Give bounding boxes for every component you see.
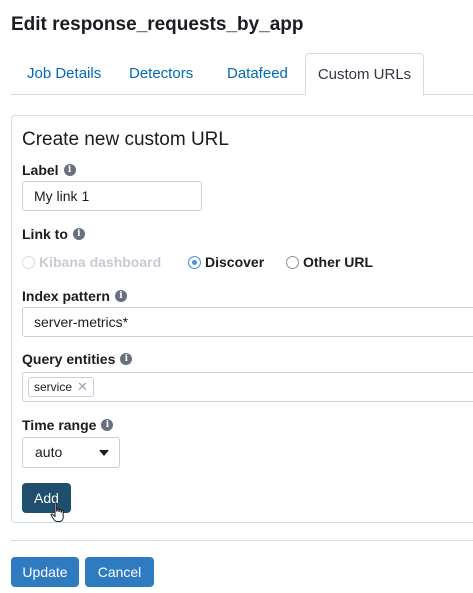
info-icon[interactable]: i (72, 228, 85, 240)
time-range-select[interactable]: auto (22, 437, 120, 468)
entity-pill: service ✕ (28, 377, 94, 397)
info-icon[interactable]: i (101, 419, 114, 431)
radio-kibana-dashboard: Kibana dashboard (22, 254, 161, 270)
index-pattern-input[interactable]: server-metrics* (22, 307, 473, 337)
page-title: Edit response_requests_by_app (11, 14, 304, 35)
radio-button (22, 255, 35, 269)
update-button[interactable]: Update (11, 557, 79, 587)
info-icon[interactable]: i (114, 290, 127, 302)
tab-detectors[interactable]: Detectors (129, 53, 193, 95)
info-icon[interactable]: i (63, 164, 76, 176)
radio-button[interactable] (286, 255, 299, 269)
info-icon[interactable]: i (120, 353, 133, 365)
cancel-button[interactable]: Cancel (85, 557, 154, 587)
panel-title: Create new custom URL (22, 129, 229, 150)
tab-job-details[interactable]: Job Details (27, 53, 101, 95)
label-field-label: Label i (22, 162, 76, 178)
query-entities-label: Query entities i (22, 351, 133, 367)
divider (11, 540, 473, 541)
index-pattern-label: Index pattern i (22, 288, 127, 304)
radio-other-url[interactable]: Other URL (286, 254, 373, 270)
hand-pointer-icon (50, 502, 64, 522)
tab-datafeed[interactable]: Datafeed (227, 53, 288, 95)
radio-button[interactable] (188, 255, 201, 269)
label-input[interactable]: My link 1 (22, 181, 202, 211)
tab-custom-urls[interactable]: Custom URLs (305, 53, 424, 96)
caret-down-icon (99, 450, 109, 456)
custom-url-panel: Create new custom URL Label i My link 1 … (11, 115, 473, 523)
link-to-label: Link to i (22, 226, 85, 242)
tab-bar: Job Details Detectors Datafeed Custom UR… (11, 53, 473, 96)
query-entities-input[interactable]: service ✕ (22, 372, 473, 402)
radio-discover[interactable]: Discover (188, 254, 264, 270)
time-range-label: Time range i (22, 417, 114, 433)
close-icon[interactable]: ✕ (77, 378, 88, 396)
